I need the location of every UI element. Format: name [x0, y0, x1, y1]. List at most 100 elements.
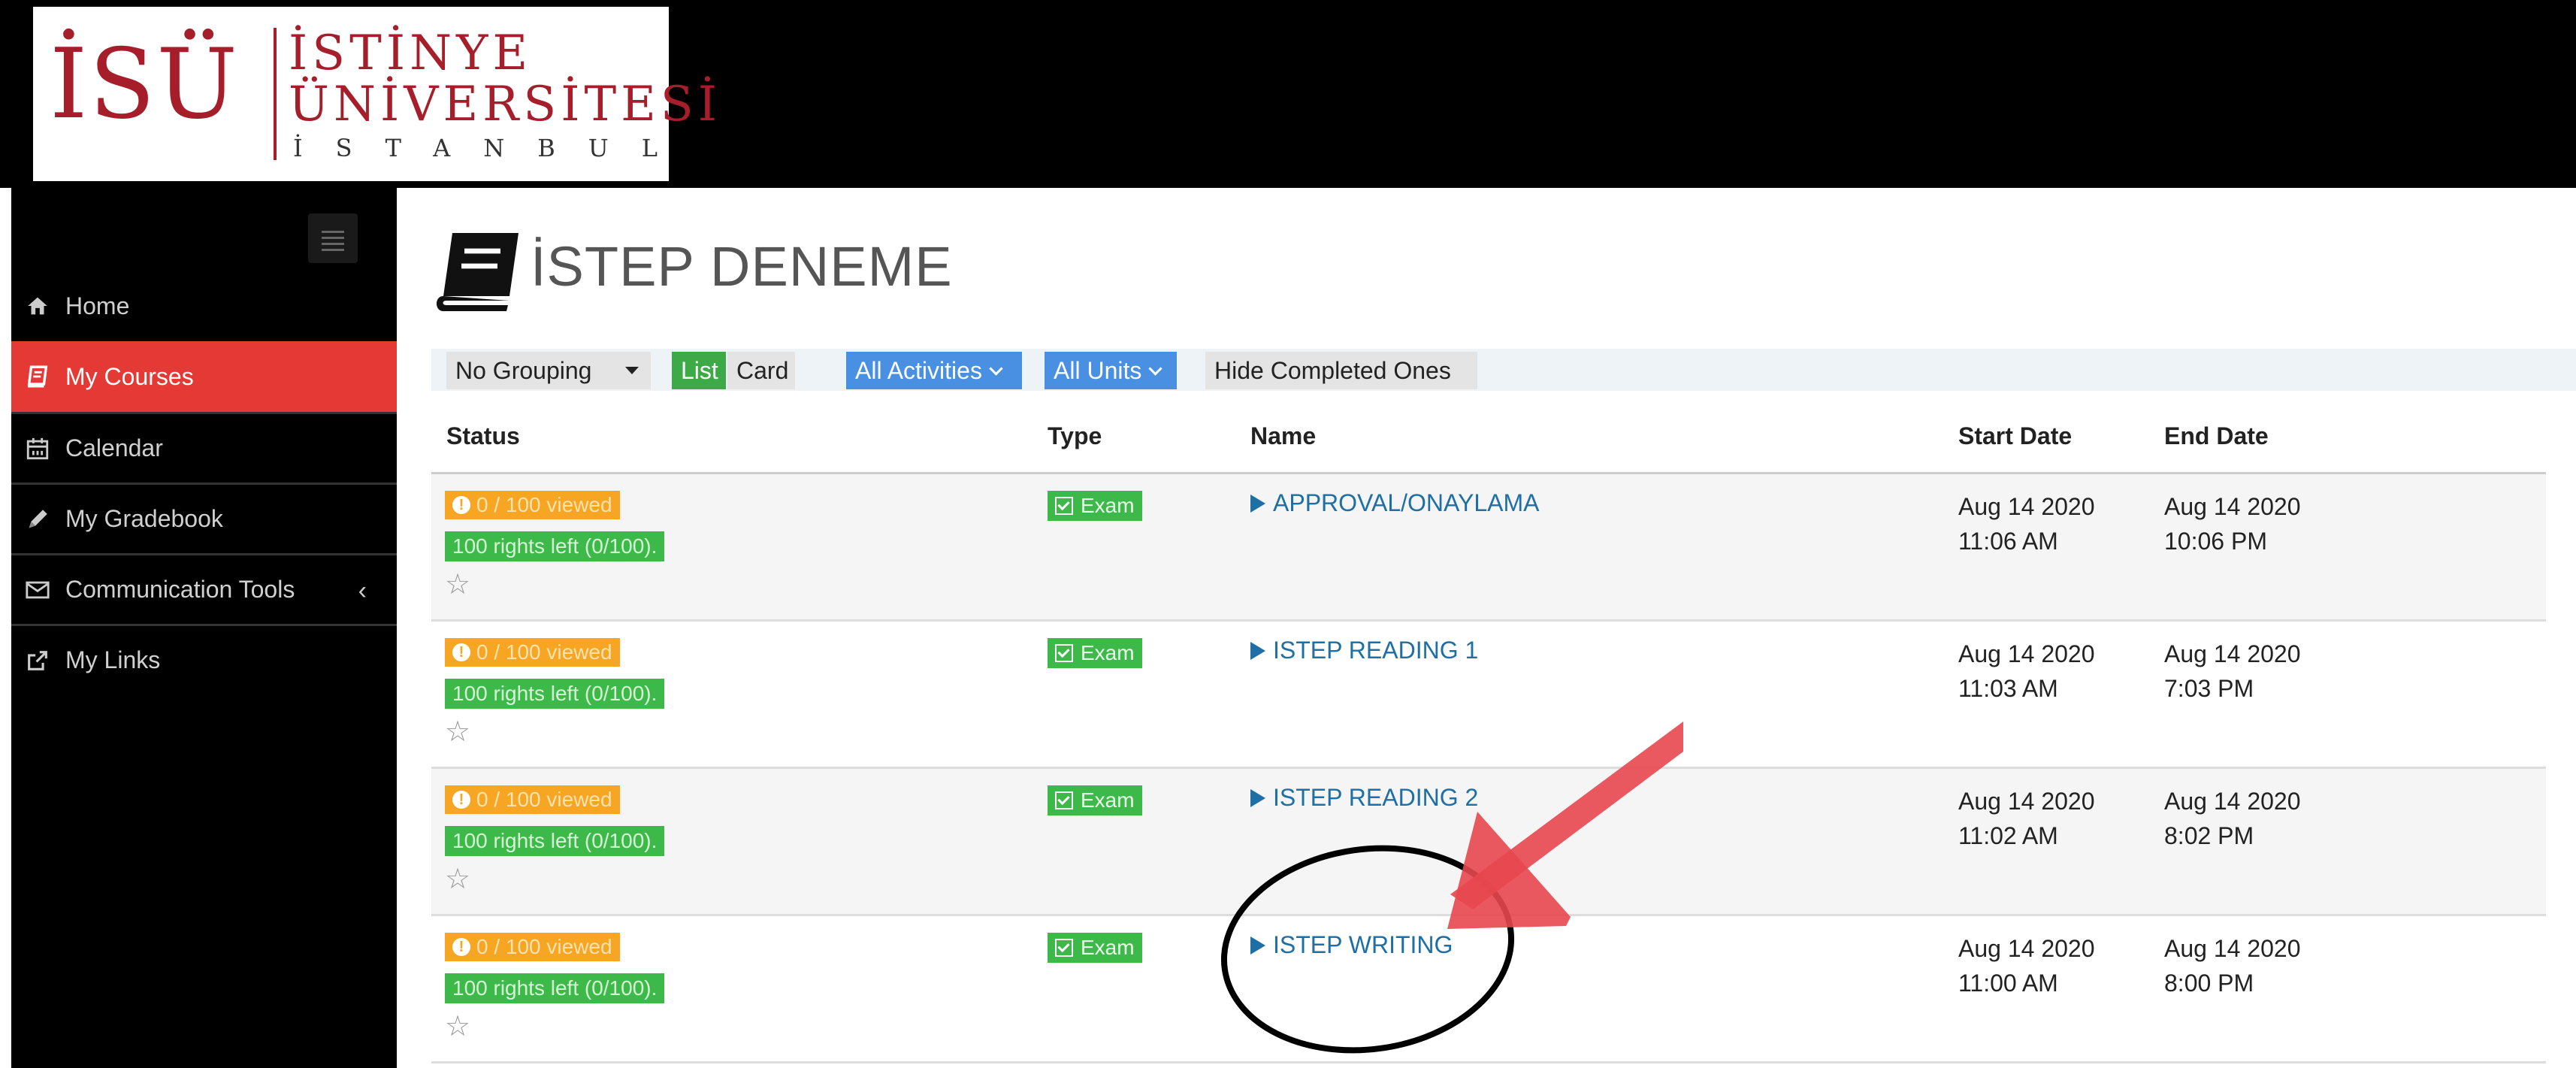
logo-city: İSTANBUL: [293, 134, 691, 162]
book-icon: [25, 364, 50, 389]
university-logo[interactable]: İSÜ İSTİNYE ÜNİVERSİTESİ İSTANBUL: [33, 7, 717, 181]
end-date: Aug 14 2020: [2164, 935, 2301, 962]
sidebar-item-my-links[interactable]: My Links: [11, 624, 397, 694]
rights-badge: 100 rights left (0/100).: [445, 531, 665, 561]
chevron-down-icon: [989, 361, 1003, 376]
activity-name: ISTEP READING 2: [1273, 784, 1479, 811]
play-icon: [1250, 642, 1265, 660]
column-header-type[interactable]: Type: [1048, 422, 1102, 450]
checkbox-icon: [1055, 939, 1073, 957]
chevron-left-icon[interactable]: ‹: [358, 576, 367, 606]
viewed-badge: ! 0 / 100 viewed: [445, 933, 620, 961]
end-date-cell: Aug 14 2020 7:03 PM: [2164, 637, 2301, 706]
page-title: İSTEP DENEME: [531, 235, 953, 298]
logo-name-line2: ÜNİVERSİTESİ: [289, 77, 721, 132]
start-date-cell: Aug 14 2020 11:00 AM: [1958, 931, 2095, 1000]
type-label: Exam: [1081, 641, 1135, 664]
type-badge: Exam: [1048, 491, 1142, 521]
exclamation-icon: !: [452, 938, 470, 956]
exclamation-icon: !: [452, 643, 470, 661]
end-date-cell: Aug 14 2020 8:00 PM: [2164, 931, 2301, 1000]
units-filter-dropdown[interactable]: All Units: [1045, 352, 1177, 389]
hamburger-icon[interactable]: [308, 213, 358, 263]
activity-name: ISTEP WRITING: [1273, 931, 1453, 958]
end-date: Aug 14 2020: [2164, 640, 2301, 667]
list-view-button[interactable]: List: [672, 352, 726, 389]
end-date-cell: Aug 14 2020 10:06 PM: [2164, 489, 2301, 558]
rights-badge: 100 rights left (0/100).: [445, 973, 665, 1003]
start-date: Aug 14 2020: [1958, 640, 2095, 667]
play-icon: [1250, 936, 1265, 955]
activity-link[interactable]: ISTEP WRITING: [1250, 931, 1453, 959]
start-time: 11:00 AM: [1958, 970, 2058, 997]
activity-link[interactable]: APPROVAL/ONAYLAMA: [1250, 489, 1539, 517]
sidebar-item-label: Home: [65, 292, 130, 319]
envelope-icon: [25, 577, 50, 603]
start-date-cell: Aug 14 2020 11:02 AM: [1958, 784, 2095, 853]
type-label: Exam: [1081, 788, 1135, 812]
card-view-button[interactable]: Card: [727, 352, 795, 389]
filter-toolbar: No Grouping List Card All Activities All…: [431, 349, 2576, 391]
end-time: 8:00 PM: [2164, 970, 2254, 997]
star-icon[interactable]: ☆: [445, 1012, 470, 1041]
start-time: 11:02 AM: [1958, 822, 2058, 849]
activity-link[interactable]: ISTEP READING 2: [1250, 784, 1478, 812]
table-row: ! 0 / 100 viewed 100 rights left (0/100).…: [431, 916, 2546, 1063]
exclamation-icon: !: [452, 791, 470, 809]
top-header: İSÜ İSTİNYE ÜNİVERSİTESİ İSTANBUL: [0, 0, 2576, 188]
end-date: Aug 14 2020: [2164, 788, 2301, 815]
book-icon: [437, 233, 519, 311]
table-row: ! 0 / 100 viewed 100 rights left (0/100).…: [431, 474, 2546, 622]
column-header-end-date[interactable]: End Date: [2164, 422, 2269, 450]
play-icon: [1250, 495, 1265, 513]
hide-completed-button[interactable]: Hide Completed Ones: [1205, 352, 1477, 389]
sidebar-item-label: My Courses: [65, 362, 194, 390]
viewed-count: 0 / 100 viewed: [476, 640, 612, 664]
star-icon[interactable]: ☆: [445, 718, 470, 746]
sidebar-item-home[interactable]: Home: [11, 271, 397, 341]
rights-badge: 100 rights left (0/100).: [445, 679, 665, 709]
start-date: Aug 14 2020: [1958, 493, 2095, 520]
logo-divider: [274, 28, 277, 160]
type-badge: Exam: [1048, 933, 1142, 963]
sidebar-item-label: My Gradebook: [65, 505, 223, 532]
activity-link[interactable]: ISTEP READING 1: [1250, 637, 1478, 664]
end-time: 8:02 PM: [2164, 822, 2254, 849]
sidebar-item-my-gradebook[interactable]: My Gradebook: [11, 483, 397, 553]
end-time: 7:03 PM: [2164, 675, 2254, 702]
sidebar-item-calendar[interactable]: Calendar: [11, 412, 397, 483]
activity-name: APPROVAL/ONAYLAMA: [1273, 489, 1540, 516]
column-header-start-date[interactable]: Start Date: [1958, 422, 2072, 450]
activity-name: ISTEP READING 1: [1273, 637, 1479, 664]
viewed-count: 0 / 100 viewed: [476, 493, 612, 516]
start-date: Aug 14 2020: [1958, 788, 2095, 815]
viewed-badge: ! 0 / 100 viewed: [445, 785, 620, 814]
column-header-name[interactable]: Name: [1250, 422, 1316, 450]
end-date: Aug 14 2020: [2164, 493, 2301, 520]
checkbox-icon: [1055, 791, 1073, 809]
viewed-count: 0 / 100 viewed: [476, 935, 612, 958]
checkbox-icon: [1055, 644, 1073, 662]
start-date-cell: Aug 14 2020 11:03 AM: [1958, 637, 2095, 706]
star-icon[interactable]: ☆: [445, 570, 470, 599]
star-icon[interactable]: ☆: [445, 865, 470, 894]
caret-down-icon: [625, 367, 639, 374]
start-time: 11:06 AM: [1958, 528, 2058, 555]
sidebar-item-communication-tools[interactable]: Communication Tools ‹: [11, 553, 397, 624]
grouping-dropdown[interactable]: No Grouping: [446, 352, 651, 389]
sidebar-item-my-courses[interactable]: My Courses: [11, 341, 397, 412]
activities-filter-dropdown[interactable]: All Activities: [846, 352, 1022, 389]
viewed-badge: ! 0 / 100 viewed: [445, 638, 620, 667]
logo-abbreviation: İSÜ: [50, 29, 240, 141]
viewed-badge: ! 0 / 100 viewed: [445, 491, 620, 519]
units-filter-label: All Units: [1054, 356, 1142, 384]
exclamation-icon: !: [452, 496, 470, 514]
home-icon: [25, 293, 50, 319]
column-header-status[interactable]: Status: [446, 422, 520, 450]
viewed-count: 0 / 100 viewed: [476, 788, 612, 811]
sidebar-item-label: Calendar: [65, 434, 163, 461]
pencil-icon: [25, 507, 50, 532]
sidebar-item-label: Communication Tools: [65, 576, 295, 603]
table-row: ! 0 / 100 viewed 100 rights left (0/100).…: [431, 622, 2546, 769]
chevron-down-icon: [1148, 361, 1163, 376]
